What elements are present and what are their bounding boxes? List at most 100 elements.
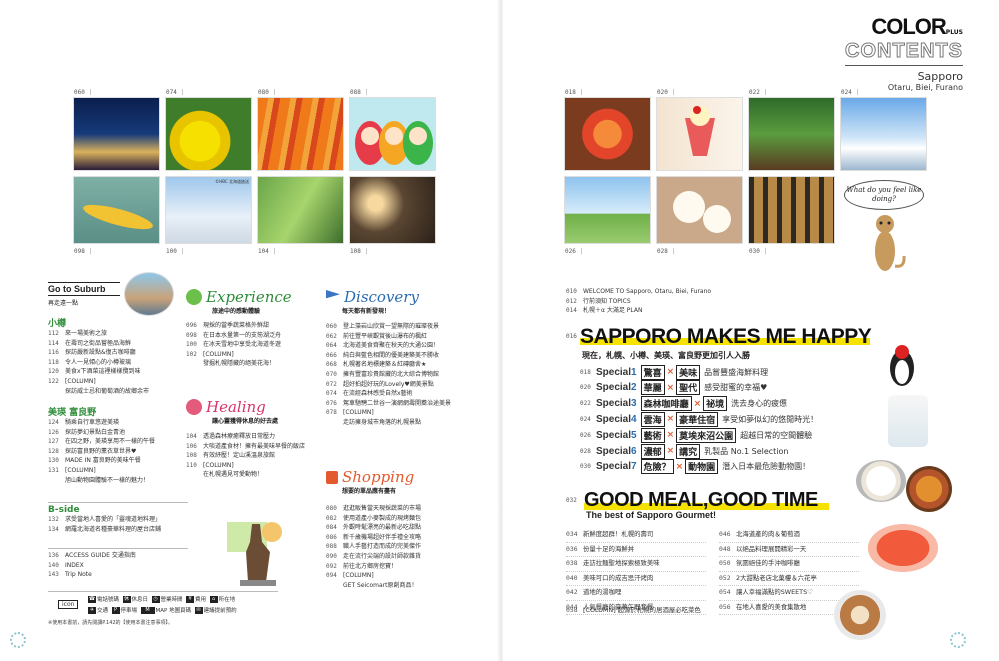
- toc-entry[interactable]: 124 騎乘自行車悠遊美瑛: [48, 418, 183, 428]
- parfait-photo[interactable]: [656, 97, 743, 171]
- special-entry[interactable]: 028 Special6 濃郁 × 講究 乳製品 No.1 Selection: [580, 443, 789, 459]
- toc-entry[interactable]: 旭山動物園體驗不一樣的魅力！: [48, 476, 183, 486]
- toc-entry[interactable]: 038 走訪拉麵聖地探索極致美味: [566, 557, 706, 572]
- brand-logo: COLOR: [871, 14, 946, 39]
- toc-entry[interactable]: 068 札幌著名地標建築＆紅磚廳舍★: [326, 360, 451, 370]
- toc-entry[interactable]: 102 [COLUMN]: [186, 350, 281, 360]
- toc-entry[interactable]: 126 探訪夢幻景點白金青池: [48, 428, 183, 438]
- toc-entry[interactable]: 048 以絕品料理展開精彩一天: [719, 543, 859, 557]
- crab-photo[interactable]: [862, 520, 944, 576]
- toc-entry[interactable]: 114 在壽司之街品嘗極品海鮮: [48, 339, 183, 349]
- toc-entry[interactable]: 136 ACCESS GUIDE 交通指南: [48, 551, 188, 561]
- toc-entry[interactable]: 132 求受當地人喜愛的「靈魂道地料理」: [48, 515, 188, 525]
- toc-entry[interactable]: 088 職人手藝打造而成的完美傑作: [326, 542, 421, 552]
- toc-entry[interactable]: 090 走在流行尖端的設計師款雜貨: [326, 552, 421, 562]
- toc-entry[interactable]: 046 北海道產的肉＆葡萄酒: [719, 528, 859, 543]
- canoe-photo[interactable]: [73, 176, 160, 244]
- toc-entry[interactable]: 096 現採的當季蔬菜格外鮮甜: [186, 321, 281, 331]
- toc-entry[interactable]: 082 使用道產小麥製成的現烤麵包: [326, 514, 421, 524]
- toc-entry[interactable]: 100 在冰天雪地中享受北海道冬遊: [186, 340, 281, 350]
- toc-entry[interactable]: 080 逛逛販售當天現採蔬菜的市場: [326, 504, 421, 514]
- toc-entry[interactable]: 134 網羅北海道名種豪華料理的屋台店鋪: [48, 525, 188, 535]
- special-entry[interactable]: 020 Special2 華麗 × 聖代 感受甜蜜的幸福♥: [580, 380, 767, 396]
- toc-entry[interactable]: 070 擁有豐富珍貴館藏的北大綜合博物館: [326, 370, 451, 380]
- special-entry[interactable]: 022 Special3 森林咖啡廳 × 祕境 洗去身心的疲憊: [580, 396, 787, 412]
- toc-entry[interactable]: 112 來一場美術之旅: [48, 329, 183, 339]
- cheese-photo[interactable]: [656, 176, 743, 244]
- toc-entry[interactable]: 探訪威士忌和葡萄酒的故鄉余市: [48, 387, 183, 397]
- toc-entry[interactable]: 076 駕車馳騁二世谷一演網網壽開蕎治途美景: [326, 399, 451, 409]
- forest-photo[interactable]: [257, 176, 344, 244]
- special-entry[interactable]: 024 Special4 雲海 × 豪華住宿 享受如夢似幻的悠閒時光！: [580, 411, 818, 427]
- snow-festival-photo[interactable]: ©HBC 北海道放送: [165, 176, 252, 244]
- toc-entry[interactable]: 054 讓人幸福滿點的SWEETS♡: [719, 586, 859, 601]
- toc-entry[interactable]: 122 [COLUMN]: [48, 377, 183, 387]
- discovery-title: Discovery: [326, 288, 446, 306]
- toc-entry[interactable]: 036 份量十足的海鮮丼: [566, 543, 706, 557]
- soup-curry-photo[interactable]: [906, 466, 952, 512]
- vegetables-photo[interactable]: [257, 97, 344, 171]
- toc-entry[interactable]: 在札幌遇見可愛動物！: [186, 470, 305, 480]
- toc-entry[interactable]: 098 在日本水量第一的支笏湖泛舟: [186, 331, 281, 341]
- toc-entry[interactable]: 034 新鮮度超群！札幌的壽司: [566, 528, 706, 543]
- moerenuma-park-photo[interactable]: [564, 176, 651, 244]
- good-meal-column[interactable]: 058 [COLUMN] 超源於札幌的居酒屋必吃菜色: [566, 604, 701, 618]
- rice-bowl-photo[interactable]: [856, 460, 906, 502]
- toc-entry[interactable]: 131 [COLUMN]: [48, 466, 183, 476]
- seafood-photo[interactable]: [564, 97, 651, 171]
- toc-entry[interactable]: 040 美味可口的成吉思汗烤肉: [566, 572, 706, 586]
- toc-entry[interactable]: 108 有效紓壓！定山溪溫泉旅館: [186, 451, 305, 461]
- toc-entry[interactable]: 052 2大甜點老店北菓樓＆六花亭: [719, 572, 859, 586]
- legend-hours: 營業時間: [160, 597, 183, 603]
- toc-entry[interactable]: 072 超好拍超好玩的Lovely♥網美景點: [326, 380, 451, 390]
- toc-entry[interactable]: 064 北海道美食齊聚在秋天的大通公園！: [326, 341, 451, 351]
- toc-entry[interactable]: 078 [COLUMN]: [326, 408, 451, 418]
- toc-entry[interactable]: 014 札幌＋α 大滿足 PLAN: [566, 306, 711, 316]
- toc-entry[interactable]: 012 行前須知 TOPICS: [566, 297, 711, 307]
- toc-entry[interactable]: 143 Trip Note: [48, 570, 188, 580]
- night-view-photo[interactable]: [73, 97, 160, 171]
- toc-entry[interactable]: 104 透過森林療癒釋放日常壓力: [186, 432, 305, 442]
- toc-entry-title: 前往豐平峽觀賞後山瀑布的楓紅: [343, 332, 428, 340]
- forest-cafe-photo[interactable]: [748, 97, 835, 171]
- toc-entry[interactable]: 094 [COLUMN]: [326, 571, 421, 581]
- toc-entry[interactable]: 發掘札幌隱藏的絕美花海！: [186, 359, 281, 369]
- dolls-photo[interactable]: [349, 97, 436, 171]
- candle-photo[interactable]: [349, 176, 436, 244]
- zoo-tiger-photo[interactable]: [748, 176, 835, 244]
- toc-entry[interactable]: 086 新千歲機場超好伴手禮全攻略: [326, 533, 421, 543]
- toc-entry[interactable]: 116 探訪嚴新設點&復古咖啡廳: [48, 348, 183, 358]
- toc-entry[interactable]: 050 氛圍絕佳的手沖咖啡廳: [719, 557, 859, 572]
- latte-art-photo[interactable]: [834, 590, 886, 640]
- special-entry[interactable]: 026 Special5 藝術 × 莫埃來沼公園 超越日常的空間體驗: [580, 427, 812, 443]
- toc-entry[interactable]: 066 純白與藍色相間的優美建築美不勝收: [326, 351, 451, 361]
- toc-entry[interactable]: 130 MADE IN 富良野的美味午餐: [48, 456, 183, 466]
- toc-entry[interactable]: 062 前往豐平峽觀賞後山瀑布的楓紅: [326, 332, 451, 342]
- toc-entry[interactable]: 140 INDEX: [48, 561, 188, 571]
- toc-entry[interactable]: 074 在流經森林感受自然ⅹ藝術: [326, 389, 451, 399]
- toc-entry[interactable]: 010 WELCOME TO Sapporo, Otaru, Biei, Fura…: [566, 287, 711, 297]
- toc-entry[interactable]: 060 登上藻岩山欣賞一望無際的璀璨夜景: [326, 322, 451, 332]
- toc-entry[interactable]: 128 探訪富良野的薰衣草世界♥: [48, 447, 183, 457]
- canal-photo[interactable]: [124, 272, 174, 316]
- toc-entry[interactable]: 042 道地的湯咖哩: [566, 586, 706, 601]
- toc-entry[interactable]: GET Seicomart原創商品！: [326, 581, 421, 591]
- yellow-art-photo[interactable]: [165, 97, 252, 171]
- milk-bottle-photo[interactable]: [888, 395, 928, 447]
- toc-entry[interactable]: 092 前往北方鄉房挖寶！: [326, 562, 421, 572]
- sea-of-clouds-photo[interactable]: [840, 97, 927, 171]
- toc-entry[interactable]: 084 外觀時髦漂亮的最新必吃甜點: [326, 523, 421, 533]
- toc-page-number: 052: [719, 573, 731, 582]
- special-keyword-2: 動物園: [685, 459, 719, 475]
- special-entry[interactable]: 018 Special1 驚喜 × 美味 品嘗豐盛海鮮料理: [580, 364, 768, 380]
- special-keyword-2: 美味: [676, 364, 701, 380]
- special-entry[interactable]: 030 Special7 危險？ × 動物園 潛入日本最危險動物園！: [580, 459, 810, 475]
- toc-entry-title: 超好拍超好玩的Lovely♥網美景點: [343, 380, 434, 388]
- toc-entry[interactable]: 127 在四之野，美瑛享用不一樣的午餐: [48, 437, 183, 447]
- toc-entry[interactable]: 120 美食ⅹ下酒菜這裡樣樣攬到味: [48, 367, 183, 377]
- toc-page-number: 092: [326, 562, 337, 570]
- toc-entry[interactable]: 118 令人一見傾心的小樽玻璃: [48, 358, 183, 368]
- toc-entry[interactable]: 110 [COLUMN]: [186, 461, 305, 471]
- toc-entry[interactable]: 走訪擁身城市角落的札幌景點: [326, 418, 451, 428]
- toc-entry[interactable]: 106 大啖道產食材！擁有最美味早餐的飯店: [186, 442, 305, 452]
